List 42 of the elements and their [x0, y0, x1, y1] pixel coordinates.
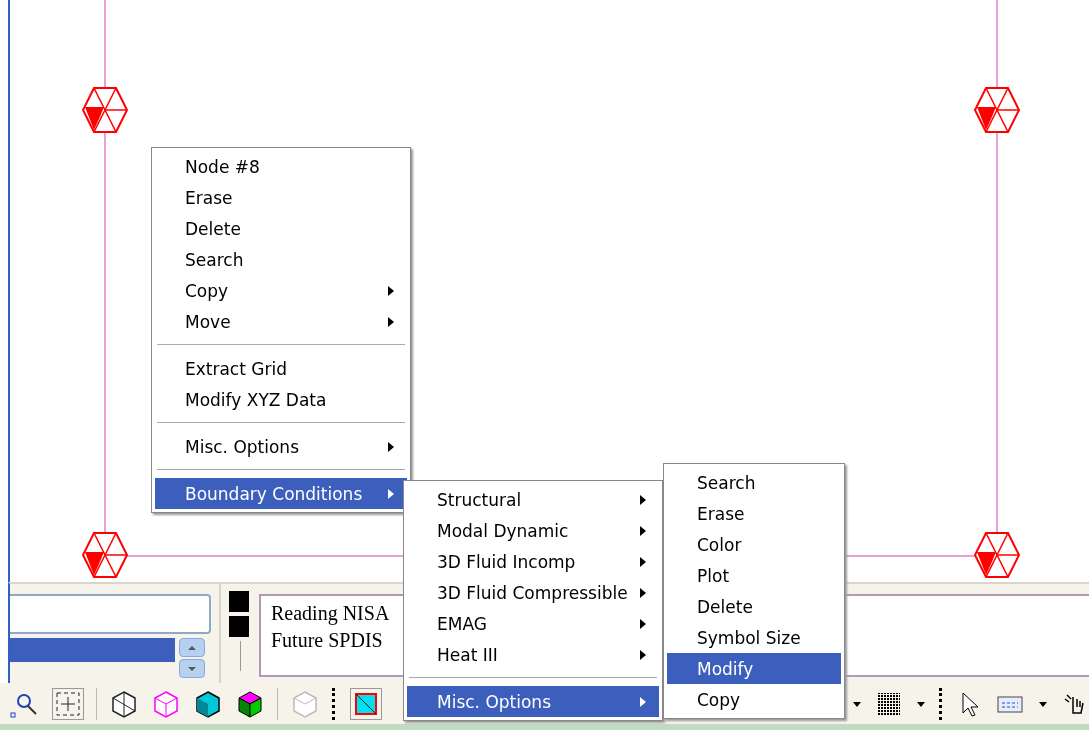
color-swatch[interactable] — [229, 591, 249, 612]
message-line: Future SPDIS — [271, 629, 383, 651]
menu-item[interactable]: Plot — [667, 560, 841, 591]
menu-item[interactable]: Delete — [667, 591, 841, 622]
menu-item[interactable]: Boundary Conditions — [155, 478, 407, 509]
cube-icon[interactable] — [193, 688, 223, 719]
input-field[interactable] — [10, 594, 211, 634]
menu-item[interactable]: EMAG — [407, 608, 659, 639]
menu-item[interactable]: Copy — [155, 275, 407, 306]
node-symbol — [973, 87, 1021, 133]
scroll-up-button[interactable] — [179, 638, 205, 657]
menu-item[interactable]: Search — [155, 244, 407, 275]
menu-item[interactable]: Move — [155, 306, 407, 337]
menu-item[interactable]: Erase — [667, 498, 841, 529]
menu-item[interactable]: Heat III — [407, 639, 659, 670]
menu-item[interactable]: 3D Fluid Compressible — [407, 577, 659, 608]
menu-item[interactable]: Modal Dynamic — [407, 515, 659, 546]
menu-item[interactable]: Misc. Options — [407, 686, 659, 717]
menu-item[interactable]: Modify XYZ Data — [155, 384, 407, 415]
caret-down-icon — [187, 665, 197, 672]
menu-item[interactable]: Extract Grid — [155, 353, 407, 384]
scroll-down-button[interactable] — [179, 659, 205, 678]
fit-view-icon[interactable] — [52, 687, 84, 720]
menu-item[interactable]: 3D Fluid Incomp — [407, 546, 659, 577]
color-swatch[interactable] — [229, 616, 249, 637]
menu-item[interactable]: Modify — [667, 653, 841, 684]
menu-item[interactable]: Node #8 — [155, 151, 407, 182]
mesh-icon[interactable] — [350, 687, 382, 720]
menu-item[interactable]: Erase — [155, 182, 407, 213]
menu-item[interactable]: Color — [667, 529, 841, 560]
caret-up-icon — [187, 644, 197, 651]
node-symbol — [81, 87, 129, 133]
menu-item[interactable]: Search — [667, 467, 841, 498]
wireframe-cube-icon[interactable] — [109, 688, 139, 719]
node-symbol — [973, 532, 1021, 578]
menu-item[interactable]: Structural — [407, 484, 659, 515]
menu-item[interactable]: Delete — [155, 213, 407, 244]
menu-item[interactable]: Misc. Options — [155, 431, 407, 462]
message-line: Reading NISA — [271, 602, 390, 624]
menu-item[interactable]: Copy — [667, 684, 841, 715]
menu-item[interactable]: Symbol Size — [667, 622, 841, 653]
node-symbol — [81, 532, 129, 578]
